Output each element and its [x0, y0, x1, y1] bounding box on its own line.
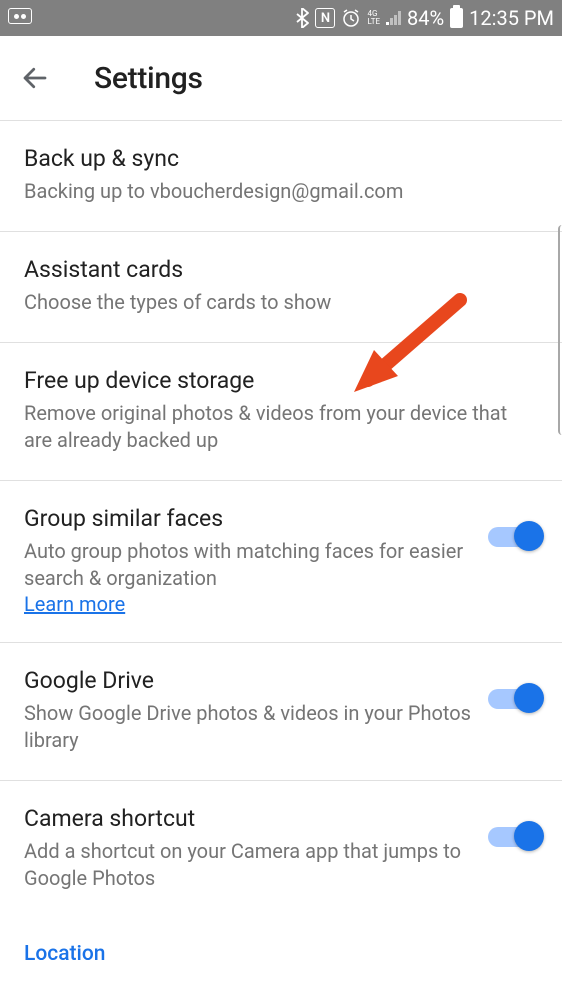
learn-more-link[interactable]: Learn more	[24, 592, 125, 616]
battery-percent: 84%	[407, 6, 444, 30]
setting-backup-sync[interactable]: Back up & sync Backing up to vboucherdes…	[0, 121, 562, 232]
bluetooth-icon	[295, 8, 309, 28]
setting-label: Google Drive	[24, 667, 472, 694]
setting-subtitle: Backing up to vboucherdesign@gmail.com	[24, 178, 538, 205]
setting-label: Assistant cards	[24, 256, 538, 283]
toggle-google-drive[interactable]	[488, 689, 538, 709]
setting-subtitle: Auto group photos with matching faces fo…	[24, 538, 472, 592]
alarm-icon	[341, 8, 361, 28]
setting-assistant-cards[interactable]: Assistant cards Choose the types of card…	[0, 232, 562, 343]
setting-subtitle: Add a shortcut on your Camera app that j…	[24, 838, 472, 892]
setting-label: Back up & sync	[24, 145, 538, 172]
setting-free-up-storage[interactable]: Free up device storage Remove original p…	[0, 343, 562, 481]
setting-group-faces[interactable]: Group similar faces Auto group photos wi…	[0, 481, 562, 643]
network-type: 4GLTE	[367, 10, 380, 26]
setting-google-drive[interactable]: Google Drive Show Google Drive photos & …	[0, 643, 562, 781]
section-location: Location	[0, 918, 562, 966]
setting-label: Free up device storage	[24, 367, 538, 394]
statusbar: N 4GLTE 84% 12:35 PM	[0, 0, 562, 36]
setting-label: Camera shortcut	[24, 805, 472, 832]
nfc-icon: N	[315, 8, 335, 28]
setting-camera-shortcut[interactable]: Camera shortcut Add a shortcut on your C…	[0, 781, 562, 918]
setting-label: Group similar faces	[24, 505, 472, 532]
toggle-group-faces[interactable]	[488, 527, 538, 547]
edge-swipe-hint	[558, 225, 562, 435]
page-title: Settings	[94, 61, 203, 96]
clock-time: 12:35 PM	[469, 6, 554, 30]
back-button[interactable]	[20, 63, 50, 93]
setting-subtitle: Choose the types of cards to show	[24, 289, 538, 316]
battery-icon	[450, 8, 463, 28]
signal-icon	[386, 11, 401, 25]
voicemail-icon	[8, 8, 32, 24]
setting-subtitle: Show Google Drive photos & videos in you…	[24, 700, 472, 754]
setting-subtitle: Remove original photos & videos from you…	[24, 400, 538, 454]
app-header: Settings	[0, 36, 562, 121]
toggle-camera-shortcut[interactable]	[488, 827, 538, 847]
